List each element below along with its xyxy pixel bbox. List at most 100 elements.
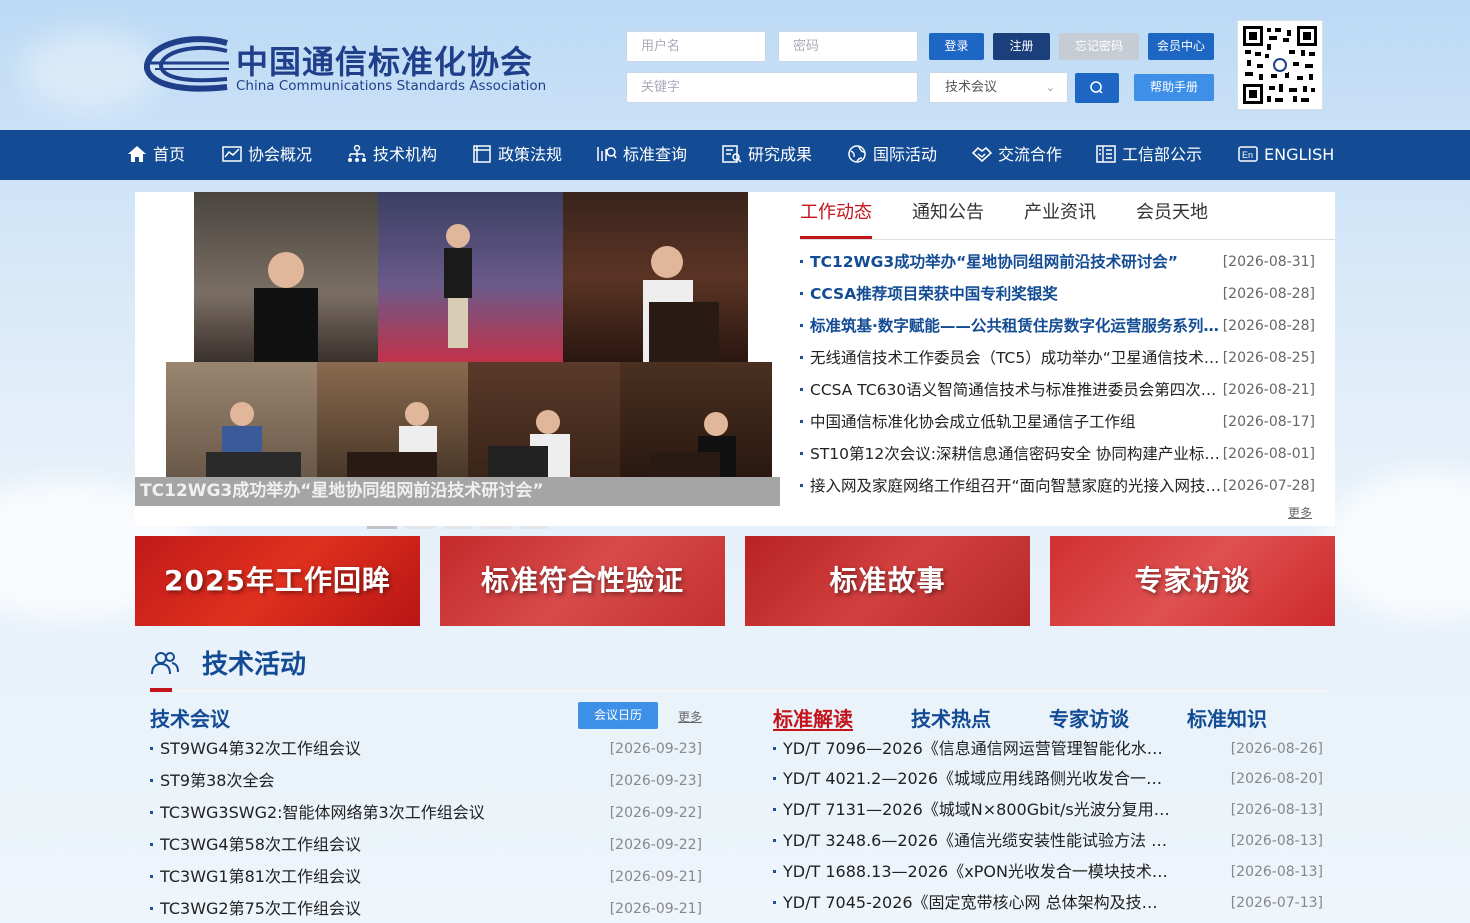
- keyword-search-input[interactable]: 关键字: [626, 72, 918, 103]
- slide-photo: [317, 362, 468, 477]
- news-tabs: 工作动态 通知公告 产业资讯 会员天地: [800, 202, 1335, 240]
- standard-title: YD/T 3248.6—2026《通信光缆安装性能试验方法 第6部分》: [783, 831, 1173, 850]
- ccsa-logo-icon: [143, 36, 229, 92]
- slider-dot[interactable]: [519, 526, 549, 529]
- banner-conformance[interactable]: 标准符合性验证: [440, 536, 725, 626]
- news-title: TC12WG3成功举办“星地协同组网前沿技术研讨会”: [810, 253, 1178, 271]
- tab-industry[interactable]: 产业资讯: [1024, 202, 1096, 224]
- tab-tech-hotspots[interactable]: 技术热点: [911, 703, 991, 732]
- speaker-figure: [254, 252, 318, 362]
- nav-research[interactable]: 研究成果: [722, 130, 812, 180]
- nav-label: 首页: [153, 145, 186, 164]
- banner-2025-review[interactable]: 2025年工作回眸: [135, 536, 420, 626]
- site-logo[interactable]: 中国通信标准化协会 China Communications Standards…: [143, 33, 546, 97]
- meeting-item[interactable]: TC3WG2第75次工作组会议 [2026-09-21]: [150, 893, 702, 923]
- news-item[interactable]: 接入网及家庭网络工作组召开“面向智慧家庭的光接入网技术研讨会”[2026-07-…: [800, 470, 1315, 502]
- meeting-date: [2026-09-23]: [609, 773, 702, 789]
- news-date: [2026-08-25]: [1222, 350, 1315, 366]
- news-item[interactable]: CCSA推荐项目荣获中国专利奖银奖 [2026-08-28]: [800, 278, 1315, 310]
- news-more-link[interactable]: 更多: [1288, 504, 1312, 521]
- standard-title: YD/T 7045-2026《固定宽带核心网 总体架构及技术要求》: [783, 893, 1173, 912]
- standard-item[interactable]: YD/T 7096—2026《信息通信网运营管理智能化水平分级技术要求》 [202…: [773, 733, 1323, 765]
- meeting-item[interactable]: TC3WG1第81次工作组会议 [2026-09-21]: [150, 861, 702, 893]
- help-manual-button[interactable]: 帮助手册: [1134, 74, 1214, 101]
- member-center-button[interactable]: 会员中心: [1148, 33, 1214, 60]
- nav-label: 研究成果: [748, 145, 813, 164]
- tab-standard-knowledge[interactable]: 标准知识: [1187, 703, 1267, 732]
- password-input[interactable]: 密码: [778, 31, 918, 62]
- standard-item[interactable]: YD/T 1688.13—2026《xPON光收发合一模块技术条件》 [2026-…: [773, 856, 1323, 888]
- news-item[interactable]: 无线通信技术工作委员会（TC5）成功举办“卫星通信技术研讨会” [2026-08-…: [800, 342, 1315, 374]
- username-input[interactable]: 用户名: [626, 31, 766, 62]
- standard-item[interactable]: YD/T 4021.2—2026《城域应用线路侧光收发合一模块》 [2026-08…: [773, 763, 1323, 795]
- news-title: 无线通信技术工作委员会（TC5）成功举办“卫星通信技术研讨会”: [810, 349, 1228, 367]
- bullet: [800, 260, 803, 263]
- standard-item[interactable]: YD/T 7045-2026《固定宽带核心网 总体架构及技术要求》 [2026-0…: [773, 887, 1323, 919]
- login-button[interactable]: 登录: [929, 33, 984, 60]
- nav-about[interactable]: 协会概况: [222, 130, 312, 180]
- tab-standard-interpretation[interactable]: 标准解读: [773, 703, 853, 732]
- slider-dot[interactable]: [405, 526, 435, 529]
- nav-standard-query[interactable]: 标准查询: [597, 130, 687, 180]
- meeting-title: TC3WG1第81次工作组会议: [160, 867, 361, 886]
- tab-expert-interviews[interactable]: 专家访谈: [1049, 703, 1129, 732]
- news-item[interactable]: CCSA TC630语义智简通信技术与标准推进委员会第四次全体会议召开[2026…: [800, 374, 1315, 406]
- bullet: [773, 839, 776, 842]
- nav-label: 交流合作: [998, 145, 1063, 164]
- slider-dot[interactable]: [443, 526, 473, 529]
- register-button[interactable]: 注册: [993, 33, 1050, 60]
- nav-cooperation[interactable]: 交流合作: [972, 130, 1062, 180]
- standard-item[interactable]: YD/T 3248.6—2026《通信光缆安装性能试验方法 第6部分》 [2026…: [773, 825, 1323, 857]
- nav-home[interactable]: 首页: [127, 130, 185, 180]
- meeting-item[interactable]: TC3WG4第58次工作组会议 [2026-09-22]: [150, 829, 702, 861]
- standard-title: YD/T 1688.13—2026《xPON光收发合一模块技术条件》: [783, 862, 1173, 881]
- bullet: [773, 901, 776, 904]
- news-date: [2026-08-17]: [1222, 414, 1315, 430]
- banner-standard-stories[interactable]: 标准故事: [745, 536, 1030, 626]
- nav-english[interactable]: En ENGLISH: [1238, 130, 1334, 180]
- forgot-password-button[interactable]: 忘记密码: [1059, 33, 1139, 60]
- meetings-more-link[interactable]: 更多: [678, 708, 702, 725]
- news-item[interactable]: 标准筑基·数字赋能——公共租赁住房数字化运营服务系列标准发布 [2026-08-2…: [800, 310, 1315, 342]
- meeting-item[interactable]: TC3WG3SWG2:智能体网络第3次工作组会议 [2026-09-22]: [150, 797, 702, 829]
- news-item[interactable]: ST10第12次会议:深耕信息通信密码安全 协同构建产业标准体系 [2026-08…: [800, 438, 1315, 470]
- standard-date: [2026-08-26]: [1230, 741, 1323, 757]
- meeting-title: TC3WG4第58次工作组会议: [160, 835, 361, 854]
- meetings-title[interactable]: 技术会议: [150, 703, 230, 732]
- nav-tech-org[interactable]: 技术机构: [347, 130, 437, 180]
- nav-policy[interactable]: 政策法规: [472, 130, 562, 180]
- news-title: 中国通信标准化协会成立低轨卫星通信子工作组: [810, 413, 1136, 431]
- tab-members[interactable]: 会员天地: [1136, 202, 1208, 224]
- bullet: [150, 779, 153, 782]
- nav-miit-notice[interactable]: 工信部公示: [1096, 130, 1202, 180]
- meeting-item[interactable]: ST9第38次全会 [2026-09-23]: [150, 765, 702, 797]
- meeting-item[interactable]: ST9WG4第32次工作组会议 [2026-09-23]: [150, 733, 702, 765]
- slider-dot[interactable]: [481, 526, 511, 529]
- search-type-value: 技术会议: [945, 80, 998, 95]
- meeting-title: ST9WG4第32次工作组会议: [160, 739, 361, 758]
- banner-expert-interviews[interactable]: 专家访谈: [1050, 536, 1335, 626]
- search-button[interactable]: [1075, 73, 1119, 103]
- nav-label: 工信部公示: [1122, 145, 1203, 164]
- nav-international[interactable]: 国际活动: [847, 130, 937, 180]
- bullet: [800, 388, 803, 391]
- bullet: [150, 747, 153, 750]
- news-item[interactable]: 中国通信标准化协会成立低轨卫星通信子工作组 [2026-08-17]: [800, 406, 1315, 438]
- svg-text:En: En: [1242, 150, 1253, 160]
- slider-dot[interactable]: [367, 526, 397, 529]
- logo-chinese-name: 中国通信标准化协会: [236, 43, 534, 81]
- notice-board-icon: [1096, 145, 1116, 163]
- main-nav: 首页 协会概况 技术机构 政策法规 标准查询 研究成果 国际活动 交流合作 工信…: [0, 130, 1470, 180]
- news-item[interactable]: TC12WG3成功举办“星地协同组网前沿技术研讨会” [2026-08-31]: [800, 246, 1315, 278]
- home-icon: [128, 146, 146, 162]
- photo-slider[interactable]: [135, 192, 780, 526]
- logo-english-name: China Communications Standards Associati…: [236, 78, 547, 94]
- bullet: [150, 875, 153, 878]
- search-type-select[interactable]: 技术会议 ⌄: [929, 72, 1068, 103]
- meeting-calendar-button[interactable]: 会议日历: [578, 702, 658, 729]
- slide-caption[interactable]: TC12WG3成功举办“星地协同组网前沿技术研讨会”: [135, 477, 780, 506]
- news-title: ST10第12次会议:深耕信息通信密码安全 协同构建产业标准体系: [810, 445, 1228, 463]
- tab-work-news[interactable]: 工作动态: [800, 202, 872, 224]
- standard-item[interactable]: YD/T 7131—2026《城域N×800Gbit/s光波分复用（WDM）系统…: [773, 794, 1323, 826]
- tab-notices[interactable]: 通知公告: [912, 202, 984, 224]
